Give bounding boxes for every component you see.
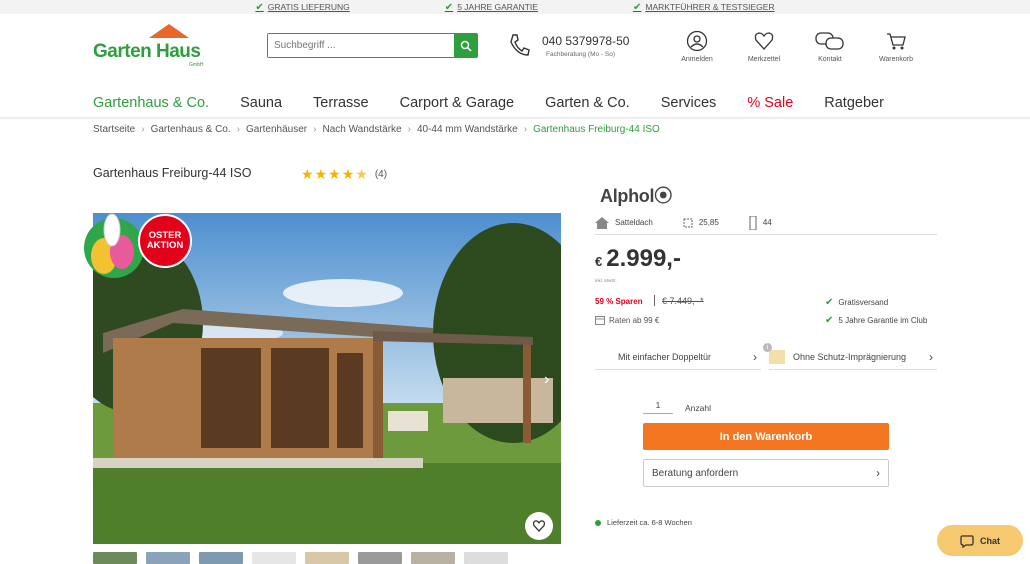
thumbnail[interactable] — [464, 552, 508, 564]
impregnation-option[interactable]: Ohne Schutz-Imprägnierung › i — [763, 343, 937, 370]
product-title: Gartenhaus Freiburg-44 ISO — [93, 166, 252, 180]
star-icon: ★ — [341, 166, 355, 182]
logo-roof-icon — [149, 24, 189, 38]
thumbnail[interactable] — [411, 552, 455, 564]
nav-item-garten[interactable]: Garten & Co. — [545, 95, 630, 119]
installment-info[interactable]: Raten ab 99 € — [595, 315, 659, 325]
phone-icon — [510, 34, 530, 56]
spec-wall: 44 — [749, 215, 772, 230]
chevron-right-icon: › — [753, 350, 757, 364]
check-icon: ✔ — [825, 297, 834, 308]
account-link[interactable]: Anmelden — [672, 30, 722, 63]
search-icon — [460, 40, 472, 52]
promo-badge: OSTER AKTION — [138, 214, 192, 268]
rating-stars[interactable]: ★ ★ ★ ★ ★ (4) — [301, 166, 387, 183]
check-icon: ✔ — [825, 315, 834, 326]
delivery-info: Lieferzeit ca. 6-8 Wochen — [595, 518, 692, 527]
check-icon: ✔ — [255, 1, 264, 13]
breadcrumb-item[interactable]: Nach Wandstärke — [322, 124, 401, 135]
cart-icon — [887, 33, 906, 50]
thumbnail[interactable] — [146, 552, 190, 564]
usp-item[interactable]: ✔ 5 JAHRE GARANTIE — [445, 2, 538, 13]
spec-row: Satteldach 25,85 44 — [595, 211, 937, 235]
chevron-right-icon: › — [876, 466, 880, 480]
cart-link[interactable]: Warenkorb — [871, 30, 921, 63]
nav-item-sale[interactable]: % Sale — [747, 95, 793, 119]
feature-item: ✔ Gratisversand — [825, 297, 889, 308]
add-to-cart-button[interactable]: In den Warenkorb — [643, 423, 889, 450]
thumbnail[interactable] — [358, 552, 402, 564]
chevron-right-icon: › — [929, 350, 933, 364]
breadcrumb-item[interactable]: 40-44 mm Wandstärke — [417, 124, 518, 135]
search-input[interactable] — [268, 34, 454, 57]
usp-item[interactable]: ✔ GRATIS LIEFERUNG — [255, 2, 349, 13]
feature-item: ✔ 5 Jahre Garantie im Club — [825, 315, 928, 326]
calendar-icon — [595, 316, 605, 325]
tax-note: inkl. MwSt. — [595, 278, 617, 283]
nav-item-carport[interactable]: Carport & Garage — [400, 95, 514, 119]
star-icon: ★ — [301, 166, 314, 182]
spec-area: 25,85 — [683, 218, 719, 228]
search-box — [267, 33, 478, 58]
easter-egg-badge — [82, 208, 146, 283]
wall-icon — [749, 215, 757, 230]
old-price: € 7.449,- * — [662, 296, 704, 306]
thumbnail[interactable] — [252, 552, 296, 564]
search-button[interactable] — [454, 34, 477, 57]
favorite-button[interactable] — [525, 512, 553, 540]
door-option[interactable]: Mit einfacher Doppeltür › — [595, 345, 761, 370]
usp-item[interactable]: ✔ MARKTFÜHRER & TESTSIEGER — [633, 2, 775, 13]
check-icon: ✔ — [444, 1, 454, 13]
status-dot — [595, 519, 601, 526]
wishlist-link[interactable]: Merkzettel — [739, 30, 789, 63]
half-star-icon: ★ — [355, 166, 368, 182]
area-icon — [683, 218, 693, 227]
logo[interactable]: Garten Haus GmbH — [93, 24, 208, 70]
thumbnail[interactable] — [305, 552, 349, 564]
star-icon: ★ — [328, 166, 341, 182]
nav-item-ratgeber[interactable]: Ratgeber — [824, 95, 884, 119]
breadcrumb: Startseite › Gartenhaus & Co. › Gartenhäus… — [93, 124, 660, 135]
nav-item-terrasse[interactable]: Terrasse — [313, 95, 369, 119]
price-separator — [654, 295, 655, 306]
brand-logo: Alphol⦿ — [600, 186, 672, 206]
chat-icon — [960, 534, 974, 548]
nav-item-sauna[interactable]: Sauna — [240, 95, 282, 119]
usp-bar: ✔ GRATIS LIEFERUNG ✔ 5 JAHRE GARANTIE ✔ MAR… — [0, 0, 1030, 14]
nav-item-services[interactable]: Services — [661, 95, 717, 119]
contact-link[interactable]: Kontakt — [805, 30, 855, 63]
star-icon: ★ — [314, 166, 328, 182]
nav-item-gartenhaus[interactable]: Gartenhaus & Co. — [93, 95, 210, 119]
phone-contact[interactable]: 040 5379978-50 Fachberatung (Mo - So) — [507, 32, 629, 63]
quantity-input[interactable]: 1 — [643, 400, 673, 414]
breadcrumb-item[interactable]: Gartenhäuser — [246, 124, 307, 135]
spec-roof: Satteldach — [595, 216, 653, 229]
main-nav: Gartenhaus & Co. Sauna Terrasse Carport … — [93, 95, 915, 119]
thumbnail-strip — [93, 552, 508, 564]
thumbnail[interactable] — [199, 552, 243, 564]
rating-count: (4) — [374, 169, 388, 180]
discount-label: 59 % Sparen — [595, 297, 643, 306]
swatch-icon — [769, 350, 785, 364]
header-divider — [0, 117, 1030, 119]
site-header: Garten Haus GmbH 040 5379978-50 Fachbera… — [0, 14, 1030, 119]
chat-bubbles-icon — [815, 32, 844, 50]
heart-icon — [532, 520, 546, 533]
user-icon — [686, 30, 708, 52]
chat-button[interactable]: Chat — [937, 525, 1023, 556]
info-icon[interactable]: i — [763, 343, 772, 352]
breadcrumb-current: Gartenhaus Freiburg-44 ISO — [533, 124, 660, 135]
breadcrumb-item[interactable]: Startseite — [93, 124, 135, 135]
heart-icon — [754, 32, 774, 50]
roof-icon — [595, 216, 609, 229]
advice-button[interactable]: Beratung anfordern › — [643, 459, 889, 487]
breadcrumb-item[interactable]: Gartenhaus & Co. — [151, 124, 231, 135]
price: €2.999,- — [595, 245, 681, 272]
thumbnail[interactable] — [93, 552, 137, 564]
next-image-icon[interactable]: › — [544, 371, 549, 389]
check-icon: ✔ — [632, 1, 642, 13]
